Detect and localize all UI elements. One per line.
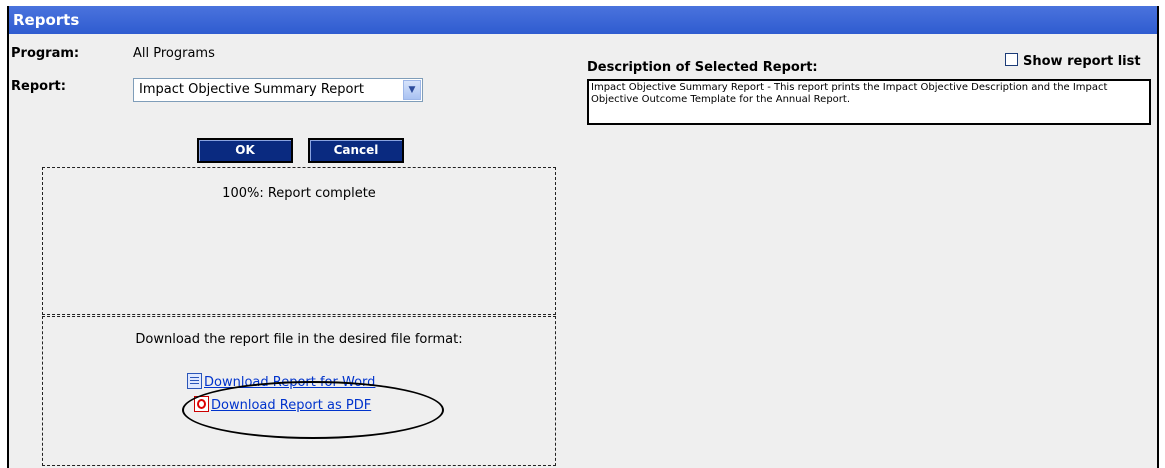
chevron-down-icon[interactable]: ▼: [403, 80, 421, 100]
panel-title: Reports: [9, 6, 1157, 34]
word-document-icon: [187, 373, 202, 389]
download-pdf-label: Download Report as PDF: [211, 398, 372, 413]
program-value: All Programs: [133, 46, 215, 61]
download-area: Download the report file in the desired …: [42, 316, 556, 466]
reports-panel: Reports Program: All Programs Report: Im…: [7, 6, 1159, 468]
cancel-button[interactable]: Cancel: [308, 138, 404, 163]
description-heading: Description of Selected Report:: [587, 60, 818, 75]
show-report-list-checkbox[interactable]: [1005, 53, 1018, 66]
download-word-label: Download Report for Word: [204, 375, 376, 390]
program-label: Program:: [11, 46, 80, 61]
pdf-document-icon: [194, 396, 209, 412]
report-label: Report:: [11, 79, 66, 94]
progress-area: 100%: Report complete: [42, 167, 556, 315]
show-report-list-toggle[interactable]: Show report list: [1005, 53, 1141, 69]
download-word-link[interactable]: Download Report for Word: [187, 373, 375, 390]
progress-status: 100%: Report complete: [222, 186, 376, 201]
report-select[interactable]: Impact Objective Summary Report ▼: [133, 78, 423, 102]
description-box: Impact Objective Summary Report - This r…: [587, 79, 1151, 125]
download-instruction: Download the report file in the desired …: [135, 332, 463, 347]
ok-button[interactable]: OK: [197, 138, 293, 163]
report-select-value: Impact Objective Summary Report: [139, 82, 364, 97]
show-report-list-label: Show report list: [1023, 54, 1141, 69]
download-pdf-link[interactable]: Download Report as PDF: [194, 396, 371, 413]
